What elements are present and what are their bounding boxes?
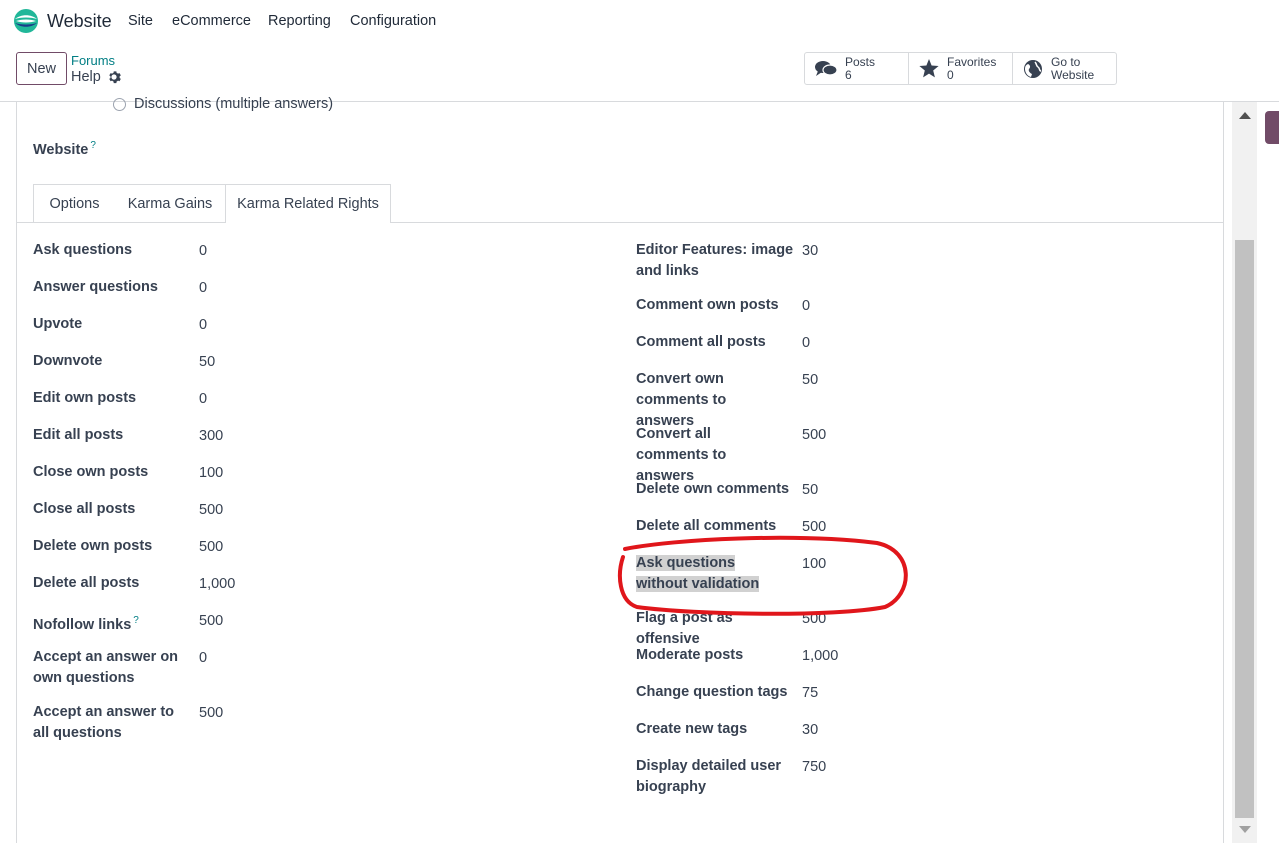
value-comment-own-posts[interactable]: 0: [802, 298, 810, 314]
value-nofollow-links[interactable]: 500: [199, 613, 223, 629]
website-label-text: Website: [33, 141, 89, 158]
smart-buttons-bar: Posts 6 Favorites 0 Go to Website: [804, 52, 1117, 85]
scroll-down-arrow-icon[interactable]: [1239, 826, 1251, 833]
label-convert-own-comments: Convert own comments to answers: [636, 371, 727, 429]
label-editor-features: Editor Features: image and links: [636, 242, 794, 279]
label-ask-questions: Ask questions: [33, 242, 133, 258]
website-app-logo-icon[interactable]: [13, 8, 39, 34]
menu-site[interactable]: Site: [128, 13, 153, 29]
value-change-question-tags[interactable]: 75: [802, 685, 818, 701]
label-close-all-posts: Close all posts: [33, 501, 136, 517]
label-nofollow-links-text: Nofollow links: [33, 616, 132, 633]
label-ask-without-validation: Ask questions without validation: [636, 553, 786, 595]
value-delete-own-comments[interactable]: 50: [802, 482, 818, 498]
value-downvote[interactable]: 50: [199, 354, 215, 370]
gear-icon[interactable]: [107, 70, 121, 84]
value-moderate-posts[interactable]: 1,000: [802, 648, 838, 664]
tab-karma-related-rights[interactable]: Karma Related Rights: [225, 184, 391, 223]
label-accept-answer-all: Accept an answer to all questions: [33, 704, 175, 741]
value-convert-all-comments[interactable]: 500: [802, 427, 826, 443]
label-delete-own-posts: Delete own posts: [33, 538, 153, 554]
side-panel-tab[interactable]: [1265, 111, 1279, 144]
label-nofollow-links: Nofollow links?: [33, 610, 193, 636]
value-close-own-posts[interactable]: 100: [199, 465, 223, 481]
scroll-up-arrow-icon[interactable]: [1239, 112, 1251, 119]
breadcrumb-current: Help: [71, 69, 101, 85]
favorites-smart-button[interactable]: Favorites 0: [909, 53, 1013, 84]
label-create-new-tags: Create new tags: [636, 721, 748, 737]
help-tooltip-icon[interactable]: ?: [133, 615, 139, 626]
value-flag-offensive[interactable]: 500: [802, 611, 826, 627]
favorites-label: Favorites: [947, 54, 997, 69]
radio-discussions[interactable]: Discussions (multiple answers): [113, 96, 333, 112]
comments-icon: [815, 60, 837, 76]
selected-text-highlight: Ask questions without validation: [636, 555, 760, 592]
value-comment-all-posts[interactable]: 0: [802, 335, 810, 351]
value-convert-own-comments[interactable]: 50: [802, 372, 818, 388]
tabs-divider: [17, 222, 1223, 223]
website-label: Website: [1051, 67, 1095, 82]
label-edit-own-posts: Edit own posts: [33, 390, 137, 406]
label-change-question-tags: Change question tags: [636, 684, 788, 700]
breadcrumb-forums-link[interactable]: Forums: [71, 53, 115, 68]
radio-discussions-label: Discussions (multiple answers): [134, 96, 334, 112]
star-icon: [919, 59, 939, 78]
label-close-own-posts: Close own posts: [33, 464, 149, 480]
posts-label: Posts: [845, 54, 876, 69]
label-convert-all-comments: Convert all comments to answers: [636, 426, 727, 484]
menu-reporting[interactable]: Reporting: [268, 13, 331, 29]
app-title[interactable]: Website: [47, 11, 112, 32]
go-to-website-smart-button[interactable]: Go to Website: [1013, 53, 1116, 84]
label-accept-answer-own: Accept an answer on own questions: [33, 649, 179, 686]
value-editor-features[interactable]: 30: [802, 243, 818, 259]
label-comment-own-posts: Comment own posts: [636, 297, 779, 313]
value-ask-without-validation[interactable]: 100: [802, 556, 826, 572]
value-accept-answer-own[interactable]: 0: [199, 650, 207, 666]
website-field-label: Website?: [33, 140, 96, 158]
value-edit-own-posts[interactable]: 0: [199, 391, 207, 407]
label-display-biography: Display detailed user biography: [636, 758, 782, 795]
tab-karma-gains[interactable]: Karma Gains: [115, 184, 226, 222]
label-downvote: Downvote: [33, 353, 103, 369]
top-navbar: Website Site eCommerce Reporting Configu…: [0, 0, 1279, 42]
label-delete-all-comments: Delete all comments: [636, 518, 777, 534]
label-moderate-posts: Moderate posts: [636, 647, 744, 663]
value-display-biography[interactable]: 750: [802, 759, 826, 775]
globe-icon: [1024, 59, 1042, 78]
value-edit-all-posts[interactable]: 300: [199, 428, 223, 444]
value-accept-answer-all[interactable]: 500: [199, 705, 223, 721]
value-create-new-tags[interactable]: 30: [802, 722, 818, 738]
value-ask-questions[interactable]: 0: [199, 243, 207, 259]
tab-options[interactable]: Options: [33, 184, 116, 222]
value-answer-questions[interactable]: 0: [199, 280, 207, 296]
value-close-all-posts[interactable]: 500: [199, 502, 223, 518]
scrollbar-thumb[interactable]: [1235, 240, 1254, 818]
new-button[interactable]: New: [16, 52, 67, 85]
label-delete-all-posts: Delete all posts: [33, 575, 140, 591]
value-delete-all-posts[interactable]: 1,000: [199, 576, 235, 592]
label-flag-offensive: Flag a post as offensive: [636, 610, 733, 647]
favorites-count: 0: [947, 67, 954, 82]
menu-configuration[interactable]: Configuration: [350, 13, 436, 29]
value-delete-all-comments[interactable]: 500: [802, 519, 826, 535]
label-upvote: Upvote: [33, 316, 83, 332]
label-edit-all-posts: Edit all posts: [33, 427, 124, 443]
label-delete-own-comments: Delete own comments: [636, 481, 790, 497]
menu-ecommerce[interactable]: eCommerce: [172, 13, 251, 29]
label-comment-all-posts: Comment all posts: [636, 334, 766, 350]
help-tooltip-icon[interactable]: ?: [90, 140, 96, 151]
go-to-label: Go to: [1051, 54, 1081, 69]
posts-count: 6: [845, 67, 852, 82]
radio-button[interactable]: [113, 97, 126, 111]
label-answer-questions: Answer questions: [33, 279, 158, 295]
value-delete-own-posts[interactable]: 500: [199, 539, 223, 555]
value-upvote[interactable]: 0: [199, 317, 207, 333]
posts-smart-button[interactable]: Posts 6: [805, 53, 909, 84]
